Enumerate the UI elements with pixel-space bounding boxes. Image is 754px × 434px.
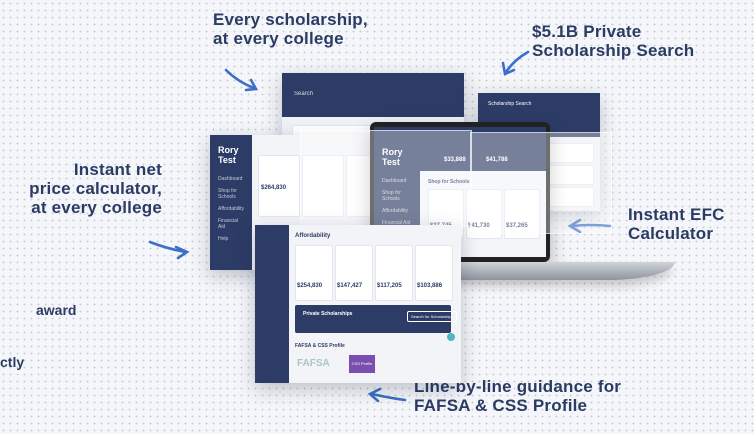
callout-line: Every scholarship, (213, 10, 368, 29)
callout-line: Instant EFC (628, 205, 725, 224)
cost-value: $117,205 (377, 283, 402, 289)
cost-value: $147,427 (337, 283, 363, 289)
affordability-title: Affordability (295, 233, 331, 239)
callout-line: Scholarship Search (532, 41, 695, 60)
price-value: $264,830 (261, 185, 287, 191)
css-profile-badge: CSS Profile (349, 355, 375, 373)
clipped-text-ctly: ctly (0, 354, 25, 370)
front-screen: Affordability $254,830 $147,427 $117,205… (255, 225, 461, 383)
overlay-pane (300, 130, 472, 227)
cost-value: $103,886 (417, 283, 443, 289)
callout-efc: Instant EFC Calculator (628, 205, 725, 243)
student-name: Rory Test (218, 145, 239, 165)
callout-line: FAFSA & CSS Profile (414, 396, 588, 415)
callout-private-search: $5.1B Private Scholarship Search (532, 22, 694, 60)
callout-line: at every college (213, 29, 344, 48)
top-screen-header: Search (294, 91, 314, 97)
left-screen-sidebar: Rory Test Dashboard Shop for Schools Aff… (210, 135, 252, 270)
fafsa-logo: FAFSA (297, 358, 330, 369)
chat-icon[interactable] (447, 333, 455, 341)
nav-item[interactable]: Affordability (210, 203, 252, 215)
nav-item[interactable]: Financial Aid (210, 215, 252, 233)
clipped-text-award: award (36, 302, 77, 318)
search-scholarships-button[interactable]: Search for Scholarships (407, 311, 458, 322)
callout-net-price: Instant net price calculator, at every c… (16, 160, 162, 217)
cost-value: $254,830 (297, 283, 323, 289)
banner-title: Private Scholarships (303, 311, 353, 317)
right-screen-title: Scholarship Search (488, 101, 532, 107)
callout-scholarships: Every scholarship, at every college (213, 10, 368, 48)
callout-line: at every college (31, 198, 162, 217)
callout-line: Calculator (628, 224, 714, 243)
callout-line: $5.1B Private (532, 22, 642, 41)
callout-line: Instant net (73, 160, 162, 179)
nav-item[interactable]: Dashboard (210, 173, 252, 185)
fafsa-section-title: FAFSA & CSS Profile (295, 343, 345, 349)
nav-item[interactable]: Shop for Schools (210, 185, 252, 203)
nav-item[interactable]: Help (210, 233, 252, 245)
overlay-pane (470, 132, 612, 234)
callout-line: price calculator, (29, 179, 162, 198)
